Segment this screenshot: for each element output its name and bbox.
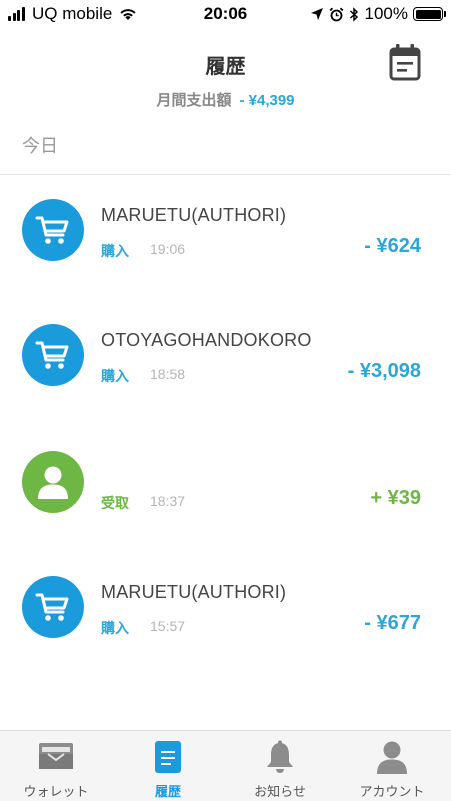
status-right: 100% [305, 4, 446, 24]
transaction-type: 購入 [101, 620, 129, 636]
transaction-avatar [22, 199, 84, 261]
transaction-avatar [22, 451, 84, 513]
transaction-amount: - ¥624 [364, 235, 421, 257]
transaction-type: 購入 [101, 368, 129, 384]
history-icon [155, 741, 181, 773]
location-arrow-icon [310, 8, 323, 20]
tab-account-label: アカウント [359, 784, 425, 799]
transaction-amount: + ¥39 [370, 487, 421, 509]
cart-icon [35, 593, 69, 621]
battery-percent: 100% [364, 4, 408, 23]
cart-icon [35, 341, 69, 369]
page-title: 履歴 [205, 56, 246, 78]
transaction-time: 18:58 [150, 366, 186, 382]
wallet-icon [39, 743, 73, 769]
transaction-avatar [22, 576, 84, 638]
transaction-row[interactable]: 受取 18:37 + ¥39 [0, 451, 451, 551]
bell-icon [267, 740, 293, 773]
calendar-icon [389, 44, 421, 81]
transaction-amount: - ¥3,098 [347, 360, 421, 382]
status-bar: UQ mobile 20:06 100% [0, 0, 451, 30]
section-label-today: 今日 [22, 136, 58, 156]
divider [0, 174, 451, 175]
transaction-type: 受取 [101, 495, 129, 511]
tab-notifications[interactable]: お知らせ [224, 731, 336, 801]
battery-icon [413, 7, 446, 21]
person-icon [38, 466, 68, 499]
tab-history-label: 履歴 [154, 784, 181, 799]
transaction-row[interactable]: MARUETU(AUTHORI) 購入 15:57 - ¥677 [0, 576, 451, 676]
transaction-time: 19:06 [150, 241, 186, 257]
merchant-name: MARUETU(AUTHORI) [101, 582, 287, 602]
calendar-button[interactable] [389, 42, 421, 82]
header: 履歴 月間支出額 - ¥4,399 [0, 30, 451, 116]
monthly-spending-amount: - ¥4,399 [239, 92, 295, 109]
monthly-spending-summary: 月間支出額 - ¥4,399 [0, 89, 451, 110]
transaction-row[interactable]: MARUETU(AUTHORI) 購入 19:06 - ¥624 [0, 199, 451, 299]
merchant-name: OTOYAGOHANDOKORO [101, 330, 312, 350]
alarm-icon [329, 7, 343, 21]
account-icon [377, 741, 407, 774]
transaction-time: 15:57 [150, 618, 186, 634]
monthly-spending-label: 月間支出額 [156, 92, 232, 109]
cart-icon [35, 216, 69, 244]
transaction-type: 購入 [101, 243, 129, 259]
transaction-amount: - ¥677 [364, 612, 421, 634]
merchant-name: MARUETU(AUTHORI) [101, 205, 287, 225]
tab-wallet-label: ウォレット [23, 784, 89, 799]
tab-wallet[interactable]: ウォレット [0, 731, 112, 801]
tab-notifications-label: お知らせ [254, 784, 306, 799]
tab-bar: ウォレット 履歴 お知らせ アカウント [0, 730, 451, 801]
tab-account[interactable]: アカウント [336, 731, 448, 801]
transaction-time: 18:37 [150, 493, 186, 509]
transaction-avatar [22, 324, 84, 386]
bluetooth-icon [349, 6, 358, 22]
tab-history[interactable]: 履歴 [112, 731, 224, 801]
transaction-row[interactable]: OTOYAGOHANDOKORO 購入 18:58 - ¥3,098 [0, 324, 451, 424]
